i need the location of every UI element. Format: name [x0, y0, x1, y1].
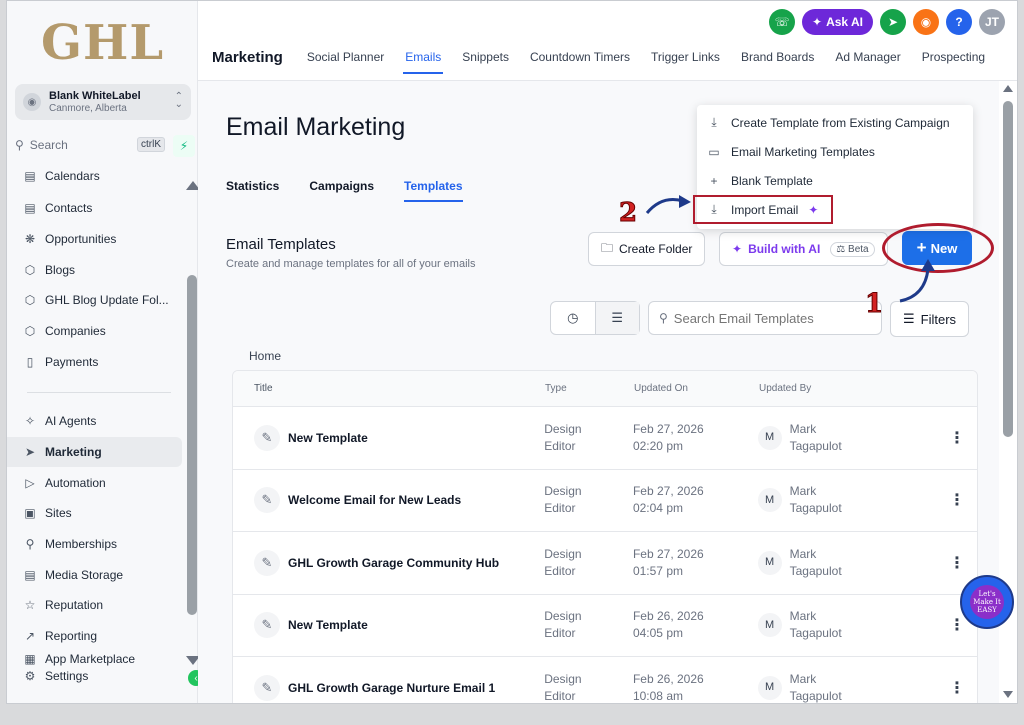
arrow-1-icon — [899, 268, 930, 303]
annotation-arrows — [645, 195, 935, 303]
arrow-2-head-icon — [679, 195, 691, 208]
app-window: GHL ◉ Blank WhiteLabel Canmore, Alberta … — [6, 0, 1018, 704]
arrow-1-head-icon — [921, 259, 935, 271]
arrow-2-icon — [645, 198, 684, 214]
lets-make-it-easy-badge[interactable]: Let's Make It EASY — [960, 575, 1014, 629]
heart-logo-icon: Let's Make It EASY — [970, 585, 1004, 619]
